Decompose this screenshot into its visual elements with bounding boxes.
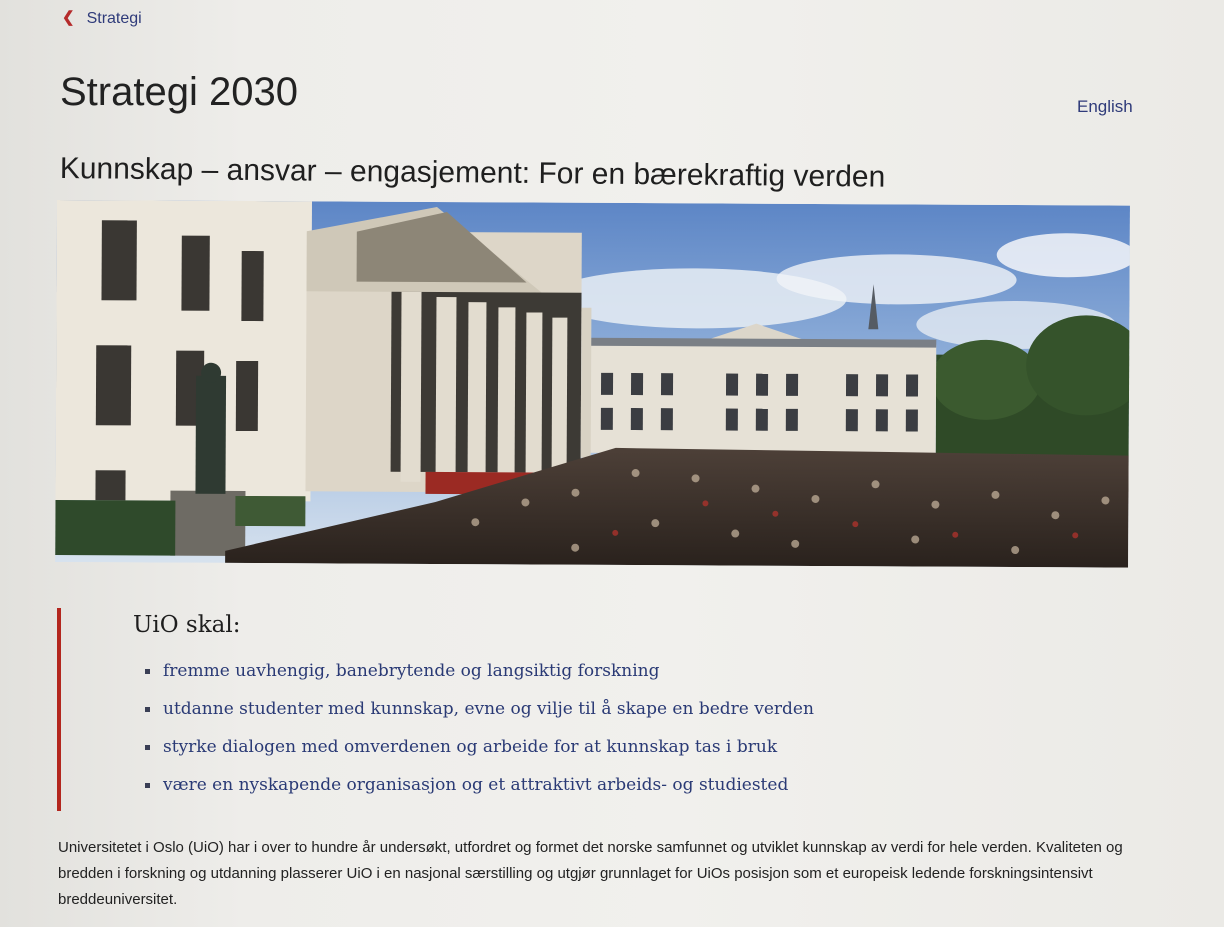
intro-paragraph: Universitetet i Oslo (UiO) har i over to… xyxy=(58,839,1123,908)
page-title: Strategi 2030 xyxy=(60,70,298,114)
mission-heading: UiO skal: xyxy=(133,612,241,638)
page-subtitle: Kunnskap – ansvar – engasjement: For en … xyxy=(59,152,886,194)
bullet-icon xyxy=(145,745,150,750)
bullet-icon xyxy=(145,669,150,674)
mission-block: UiO skal: fremme uavhengig, banebrytende… xyxy=(57,608,961,811)
breadcrumb-link-strategi[interactable]: Strategi xyxy=(87,10,142,28)
mission-item-text: fremme uavhengig, banebrytende og langsi… xyxy=(163,661,660,681)
mission-list: fremme uavhengig, banebrytende og langsi… xyxy=(143,652,814,804)
bullet-icon xyxy=(145,783,150,788)
list-item: være en nyskapende organisasjon og et at… xyxy=(143,766,814,804)
breadcrumb[interactable]: ❮ Strategi xyxy=(62,8,142,28)
mission-item-text: utdanne studenter med kunnskap, evne og … xyxy=(163,699,814,719)
hero-image xyxy=(55,200,1130,568)
list-item: fremme uavhengig, banebrytende og langsi… xyxy=(143,652,814,690)
list-item: styrke dialogen med omverdenen og arbeid… xyxy=(143,728,814,766)
chevron-left-icon[interactable]: ❮ xyxy=(62,8,75,26)
mission-item-text: styrke dialogen med omverdenen og arbeid… xyxy=(163,737,778,757)
mission-item-text: være en nyskapende organisasjon og et at… xyxy=(163,775,789,795)
bullet-icon xyxy=(145,707,150,712)
list-item: utdanne studenter med kunnskap, evne og … xyxy=(143,690,814,728)
university-building-photo xyxy=(55,200,1130,568)
page: ❮ Strategi Strategi 2030 English Kunnska… xyxy=(0,0,1224,927)
english-language-link[interactable]: English xyxy=(1077,97,1133,117)
